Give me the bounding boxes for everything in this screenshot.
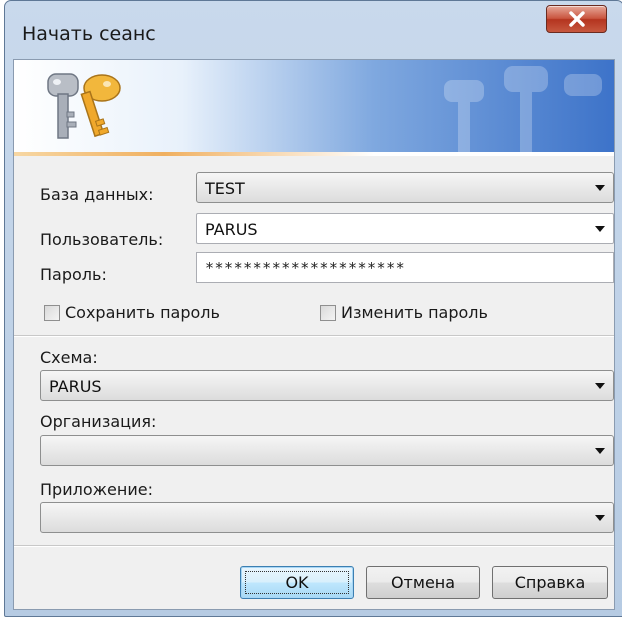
database-combo[interactable]: TEST	[196, 172, 614, 203]
user-value: PARUS	[205, 220, 258, 239]
close-icon	[569, 11, 585, 27]
change-password-label[interactable]: Изменить пароль	[341, 303, 488, 322]
ok-button[interactable]: OK	[240, 566, 354, 599]
login-dialog: Начать сеанс База данных: TEST Пользоват…	[4, 0, 622, 617]
dialog-client-area: База данных: TEST Пользователь: PARUS Па…	[13, 59, 615, 610]
footer-divider	[14, 545, 614, 547]
help-label: Справка	[514, 573, 586, 592]
chevron-down-icon[interactable]	[595, 515, 605, 521]
organization-combo[interactable]	[40, 435, 614, 466]
schema-value: PARUS	[49, 377, 102, 396]
chevron-down-icon[interactable]	[595, 185, 605, 191]
save-password-label[interactable]: Сохранить пароль	[65, 303, 220, 322]
keys-watermark-icon	[444, 66, 602, 152]
cancel-button[interactable]: Отмена	[366, 566, 480, 599]
section-divider	[14, 335, 614, 337]
schema-combo[interactable]: PARUS	[40, 370, 614, 401]
chevron-down-icon[interactable]	[595, 383, 605, 389]
chevron-down-icon[interactable]	[595, 448, 605, 454]
schema-label: Схема:	[40, 348, 98, 367]
banner-accent-line	[14, 152, 614, 156]
change-password-checkbox[interactable]	[320, 305, 336, 321]
password-field[interactable]: *********************	[196, 252, 614, 283]
organization-label: Организация:	[40, 412, 157, 431]
database-value: TEST	[205, 179, 245, 198]
password-label: Пароль:	[40, 265, 107, 284]
header-banner	[14, 60, 614, 156]
cancel-label: Отмена	[390, 573, 456, 592]
password-value: *********************	[205, 259, 406, 277]
window-title: Начать сеанс	[22, 23, 156, 45]
title-bar[interactable]: Начать сеанс	[5, 1, 622, 59]
chevron-down-icon[interactable]	[595, 226, 605, 232]
focus-rectangle	[245, 571, 349, 594]
save-password-checkbox[interactable]	[44, 305, 60, 321]
database-label: База данных:	[40, 185, 154, 204]
close-button[interactable]	[546, 5, 607, 33]
keys-icon	[47, 73, 121, 139]
application-label: Приложение:	[40, 480, 153, 499]
application-combo[interactable]	[40, 502, 614, 533]
help-button[interactable]: Справка	[492, 566, 608, 599]
user-combo[interactable]: PARUS	[196, 213, 614, 244]
user-label: Пользователь:	[40, 230, 164, 249]
